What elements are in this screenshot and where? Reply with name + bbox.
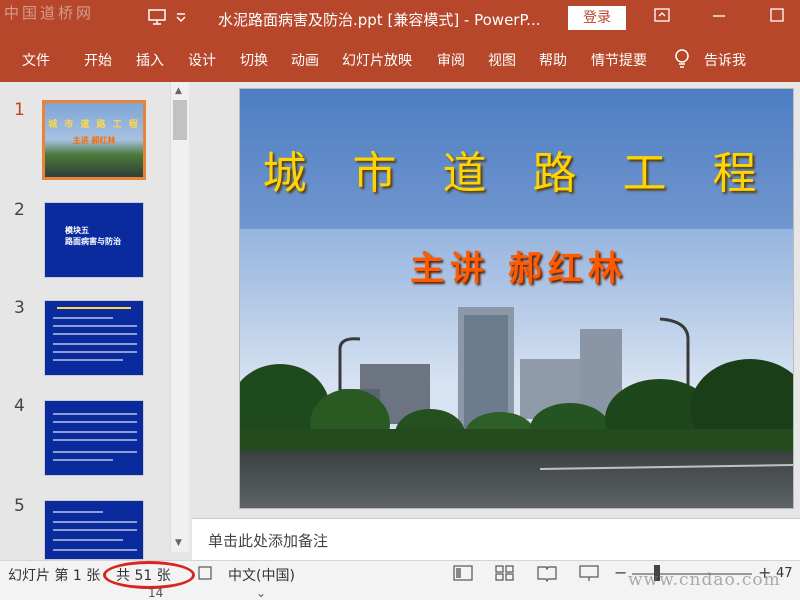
tab-animations[interactable]: 动画 [291,50,319,70]
login-button[interactable]: 登录 [568,6,626,30]
tab-home[interactable]: 开始 [84,50,112,70]
slide-position-label: 幻灯片 第 1 张 [8,568,101,584]
thumbnail-text-line [53,351,137,353]
thumbnail-number: 2 [14,200,25,220]
thumbnail-text-line [53,325,137,327]
thumbnail-text-line [53,431,137,433]
thumbnail-text-line [53,413,137,415]
slide-thumbnail-4[interactable] [44,400,144,476]
thumbnail-subtitle: 主讲 郝红林 [72,136,116,145]
ribbon-tabs: 文件 开始 插入 设计 切换 动画 幻灯片放映 审阅 视图 帮助 情节提要 告诉… [0,38,800,82]
reading-view-icon[interactable] [536,564,558,583]
watermark-logo: 中国道桥网 [4,4,95,22]
customize-qat-icon[interactable] [176,9,186,29]
slide-thumbnails-panel: 1 城 市 道 路 工 程 主讲 郝红林 2 模块五 路面病害与防治 3 4 5 [0,82,192,560]
title-bar: 中国道桥网 水泥路面病害及防治.ppt [兼容模式] - PowerP... 登… [0,0,800,38]
normal-view-icon[interactable] [452,564,474,582]
current-slide[interactable]: 城 市 道 路 工 程 主讲 郝红林 [239,88,794,509]
thumbnail-text-line [53,511,103,513]
thumbnail-text-line [53,451,137,453]
tab-review[interactable]: 审阅 [437,50,465,70]
document-title: 水泥路面病害及防治.ppt [兼容模式] - PowerP... [218,11,541,29]
slideshow-view-icon[interactable] [578,564,600,582]
tab-slideshow[interactable]: 幻灯片放映 [342,50,412,70]
slide-thumbnail-5[interactable] [44,500,144,560]
thumbnail-text-line [53,333,137,335]
thumbnail-title-line2: 路面病害与防治 [65,237,121,246]
language-label[interactable]: 中文(中国) [228,565,295,585]
annotation-circle [103,561,195,589]
slide-thumbnail-1[interactable]: 城 市 道 路 工 程 主讲 郝红林 [42,100,146,180]
status-below-number: 14 [148,586,164,600]
thumbnail-heading-line [57,307,131,309]
slide-sorter-view-icon[interactable] [494,564,516,582]
slide-thumbnail-2[interactable]: 模块五 路面病害与防治 [44,202,144,278]
thumbnails-scrollbar[interactable]: ▲ ▼ [170,82,189,552]
slide-subtitle[interactable]: 主讲 郝红林 [410,241,628,290]
thumbnail-text-line [53,539,123,541]
thumbnail-text-line [53,529,137,531]
thumbnail-text-line [53,421,137,423]
thumbnail-text-line [53,439,137,441]
slide-thumbnail-3[interactable] [44,300,144,376]
tab-transitions[interactable]: 切换 [240,50,268,70]
maximize-icon[interactable] [770,7,784,27]
minimize-icon[interactable] [712,7,726,27]
thumbnail-text-line [53,549,137,551]
tab-file[interactable]: 文件 [22,50,50,70]
thumbnail-number: 4 [14,396,25,416]
zoom-out-button[interactable]: − [614,563,627,582]
tab-help[interactable]: 帮助 [539,50,567,70]
scrollbar-thumb[interactable] [173,100,187,140]
tell-me-search[interactable]: 告诉我 [704,50,746,70]
notes-placeholder: 单击此处添加备注 [208,532,329,550]
tab-design[interactable]: 设计 [188,50,216,70]
thumbnail-number: 5 [14,496,25,516]
ribbon-display-options-icon[interactable] [654,7,670,27]
chevron-down-icon[interactable]: ⌄ [256,586,266,600]
tab-view[interactable]: 视图 [488,50,516,70]
watermark-url: www.cndao.com [628,570,781,590]
thumbnail-text-line [53,317,113,319]
notes-pane[interactable]: 单击此处添加备注 [192,518,800,560]
scroll-up-arrow-icon[interactable]: ▲ [175,86,182,96]
thumbnail-text-line [53,459,113,461]
tab-storyboarding[interactable]: 情节提要 [591,50,647,70]
slide-title[interactable]: 城 市 道 路 工 程 [240,137,793,201]
thumbnail-title: 模块五 路面病害与防治 [65,225,121,247]
thumbnail-number: 3 [14,298,25,318]
spelling-check-icon[interactable] [198,565,214,585]
thumbnail-text-line [53,359,123,361]
thumbnail-title-line1: 模块五 [65,226,89,235]
thumbnail-text-line [53,343,137,345]
lightbulb-icon[interactable] [674,48,690,70]
thumbnail-number: 1 [14,100,25,120]
thumbnail-title: 城 市 道 路 工 程 [48,120,140,130]
present-from-start-icon[interactable] [148,9,166,29]
tab-insert[interactable]: 插入 [136,50,164,70]
scroll-down-arrow-icon[interactable]: ▼ [175,538,182,548]
thumbnail-text-line [53,521,137,523]
